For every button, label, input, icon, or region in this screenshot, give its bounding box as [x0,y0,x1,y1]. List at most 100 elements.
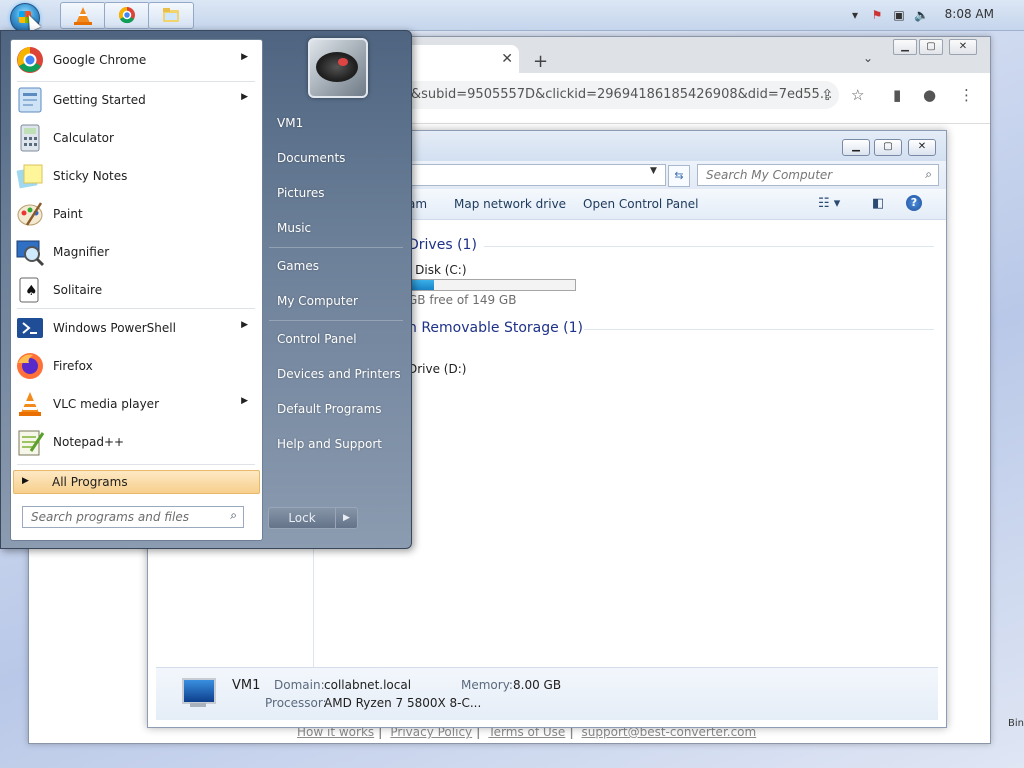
start-program-paint[interactable]: Paint [11,196,260,232]
start-program-getting-started[interactable]: Getting Started ▶ [11,82,260,118]
help-icon[interactable]: ? [906,195,922,211]
new-tab-icon[interactable]: + [533,51,548,72]
magnifier-icon [15,237,45,267]
start-link-help-support[interactable]: Help and Support [277,437,382,451]
start-link-games[interactable]: Games [277,259,319,273]
start-program-calculator[interactable]: Calculator [11,120,260,156]
drive-c-usage-fill [409,280,434,290]
start-program-label: Firefox [53,359,93,373]
explorer-search-placeholder: Search My Computer [706,168,833,182]
vlc-icon [15,389,45,419]
browser-close-button[interactable]: ✕ [949,39,977,55]
computer-name: VM1 [232,678,261,693]
details-pane: VM1 Domain: collabnet.local Memory: 8.00… [156,667,938,720]
submenu-arrow-icon[interactable]: ▶ [241,396,248,406]
submenu-arrow-icon[interactable]: ▶ [241,52,248,62]
group-removable-storage: h Removable Storage (1) [408,320,583,336]
memory-label: Memory: [461,678,513,692]
recycle-bin-label-fragment: Bin [1008,718,1024,729]
start-menu-programs-pane: Google Chrome ▶ Getting Started ▶ Calculator… [10,39,263,541]
url-text: &subid=9505557D&clickid=2969418618542690… [411,87,833,102]
start-program-google-chrome[interactable]: Google Chrome ▶ [11,42,260,78]
start-program-windows-powershell[interactable]: Windows PowerShell ▶ [11,310,260,346]
start-program-label: Calculator [53,131,114,145]
start-search-input[interactable]: Search programs and files ⌕ [22,506,244,528]
explorer-minimize-button[interactable]: ▁ [842,139,870,156]
start-link-user[interactable]: VM1 [277,116,303,130]
start-program-vlc-media-player[interactable]: VLC media player ▶ [11,386,260,422]
drive-c[interactable]: l Disk (C:) GB free of 149 GB [408,263,608,321]
start-link-default-programs[interactable]: Default Programs [277,402,382,416]
change-view-icon[interactable]: ☷ ▾ [818,196,840,211]
svg-text:♠: ♠ [25,283,38,299]
system-tray: ▾ ⚑ ▣ 🔈 8:08 AM [824,0,1024,30]
address-dropdown-icon[interactable]: ▼ [650,166,657,176]
show-hidden-icons-icon[interactable]: ▾ [848,8,862,22]
start-program-label: Notepad++ [53,435,125,449]
calculator-icon [15,123,45,153]
all-programs-label: All Programs [52,475,128,489]
submenu-arrow-icon[interactable]: ▶ [241,92,248,102]
processor-label: Processor: [265,696,327,710]
explorer-maximize-button[interactable]: ▢ [874,139,902,156]
right-pane-separator [269,320,403,321]
chrome-taskbar-button[interactable] [104,2,150,29]
lock-button[interactable]: Lock [268,507,336,529]
start-program-sticky-notes[interactable]: Sticky Notes [11,158,260,194]
shutdown-options-arrow-icon[interactable]: ▶ [335,507,358,529]
start-program-label: Sticky Notes [53,169,128,183]
computer-icon [176,676,218,712]
browser-maximize-button[interactable]: ▢ [919,39,943,55]
explorer-close-button[interactable]: ✕ [908,139,936,156]
user-picture[interactable] [308,38,368,98]
right-pane-separator [269,247,403,248]
search-icon[interactable]: ⌕ [230,508,237,523]
map-network-drive-button[interactable]: Map network drive [454,197,566,211]
vlc-taskbar-button[interactable] [60,2,106,29]
action-center-flag-icon[interactable]: ⚑ [870,8,884,22]
firefox-icon [15,351,45,381]
network-icon[interactable]: ▣ [892,8,906,22]
getting-started-icon [15,85,45,115]
start-link-devices-printers[interactable]: Devices and Printers [277,367,401,381]
open-control-panel-button[interactable]: Open Control Panel [583,197,698,211]
volume-icon[interactable]: 🔈 [914,8,929,22]
start-button[interactable] [6,2,44,33]
start-program-solitaire[interactable]: ♠ Solitaire [11,272,260,308]
clock[interactable]: 8:08 AM [945,7,994,21]
submenu-arrow-icon[interactable]: ▶ [241,320,248,330]
start-program-notepad[interactable]: Notepad++ [11,424,260,460]
preview-pane-icon[interactable]: ◧ [872,196,884,211]
start-program-firefox[interactable]: Firefox [11,348,260,384]
explorer-search-input[interactable]: Search My Computer ⌕ [697,164,939,186]
drive-d[interactable]: Drive (D:) [408,362,466,376]
start-link-my-computer[interactable]: My Computer [277,294,358,308]
profile-avatar-icon[interactable]: ● [923,86,936,104]
browser-minimize-button[interactable]: ▁ [893,39,917,55]
chrome-icon [15,45,45,75]
start-link-music[interactable]: Music [277,221,311,235]
all-programs-button[interactable]: ▶ All Programs [13,470,260,494]
domain-label: Domain: [274,678,325,692]
start-program-label: Google Chrome [53,53,147,67]
share-icon[interactable]: ⇪ [821,86,834,104]
side-panel-icon[interactable]: ▮ [893,86,901,104]
start-program-magnifier[interactable]: Magnifier [11,234,260,270]
processor-value: AMD Ryzen 7 5800X 8-C... [324,696,482,710]
start-link-documents[interactable]: Documents [277,151,345,165]
bookmark-star-icon[interactable]: ☆ [851,86,864,104]
refresh-icon[interactable]: ⇆ [668,165,690,187]
tab-search-chevron-icon[interactable]: ⌄ [863,51,873,65]
search-icon[interactable]: ⌕ [925,167,932,182]
programs-separator [17,464,255,465]
start-menu: Google Chrome ▶ Getting Started ▶ Calculator… [0,30,412,549]
tab-close-icon[interactable]: ✕ [501,51,513,67]
solitaire-icon: ♠ [15,275,45,305]
paint-icon [15,199,45,229]
menu-kebab-icon[interactable]: ⋮ [959,86,974,104]
powershell-icon [15,313,45,343]
start-link-control-panel[interactable]: Control Panel [277,332,357,346]
start-link-pictures[interactable]: Pictures [277,186,325,200]
start-program-label: Paint [53,207,83,221]
explorer-taskbar-button[interactable] [148,2,194,29]
